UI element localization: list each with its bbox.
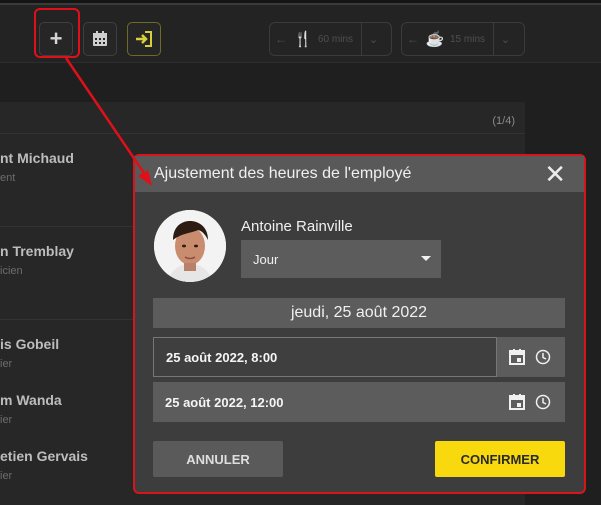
fork-knife-icon: 🍴 [293,31,313,48]
arrow-left-icon: ← [407,32,419,46]
employee-name: is Gobeil [0,336,60,352]
meal-duration-label: 60 mins [318,33,354,45]
employee-name: nt Michaud [0,150,74,166]
calendar-icon [93,31,107,46]
chevron-down-icon[interactable]: ⌄ [493,23,517,55]
dialog-header: Ajustement des heures de l'employé ✕ [135,156,584,192]
sign-in-icon [136,31,152,47]
employee-name: n Tremblay [0,243,74,259]
panel-header: (1/4) [0,102,525,134]
shift-type-select[interactable]: Jour [241,240,441,278]
coffee-break-selector[interactable]: ← ☕ 15 mins ⌄ [401,22,525,56]
confirm-button[interactable]: CONFIRMER [435,441,565,477]
calendar-button[interactable] [83,22,117,56]
caret-down-icon [421,256,431,261]
list-item[interactable]: is Gobeil ier [0,336,140,370]
list-item[interactable]: etien Gervais ier [0,448,140,482]
dialog-title: Ajustement des heures de l'employé [154,165,412,182]
close-icon[interactable]: ✕ [544,161,566,187]
list-item[interactable]: nt Michaud ent [0,150,140,184]
coffee-cup-icon: ☕ [425,31,445,48]
chevron-down-icon[interactable]: ⌄ [361,23,385,55]
list-item[interactable]: m Wanda ier [0,392,140,426]
cancel-button[interactable]: ANNULER [153,441,283,477]
date-header: jeudi, 25 août 2022 [153,298,565,328]
calendar-icon[interactable] [509,394,525,410]
employee-name: Antoine Rainville [241,218,353,235]
end-datetime-value[interactable]: 25 août 2022, 12:00 [153,382,497,422]
employee-role: ent [0,172,16,184]
employee-role: ier [0,414,13,426]
start-datetime-value[interactable]: 25 août 2022, 8:00 [153,337,497,377]
divider [0,319,140,320]
list-item[interactable]: n Tremblay icien [0,243,140,277]
coffee-duration-label: 15 mins [450,33,486,45]
arrow-left-icon: ← [275,32,287,46]
toolbar: + ← 🍴 60 mins ⌄ ← ☕ 15 mins ⌄ [0,5,601,63]
add-button-highlight [34,8,80,58]
end-datetime-field[interactable]: 25 août 2022, 12:00 [153,382,565,422]
employee-role: icien [0,265,23,277]
employee-role: ier [0,470,13,482]
top-bar [0,0,601,5]
calendar-icon[interactable] [509,349,525,365]
clock-in-button[interactable] [127,22,161,56]
shift-type-value: Jour [253,251,279,267]
employee-role: ier [0,358,13,370]
adjust-hours-dialog: Ajustement des heures de l'employé ✕ Ant… [133,154,586,494]
avatar [154,210,226,282]
employee-name: m Wanda [0,392,62,408]
employee-name: etien Gervais [0,448,88,464]
pager: (1/4) [492,115,515,127]
divider [0,226,140,227]
start-datetime-field[interactable]: 25 août 2022, 8:00 [153,337,565,377]
clock-icon[interactable] [535,394,551,410]
meal-break-selector[interactable]: ← 🍴 60 mins ⌄ [269,22,392,56]
clock-icon[interactable] [535,349,551,365]
